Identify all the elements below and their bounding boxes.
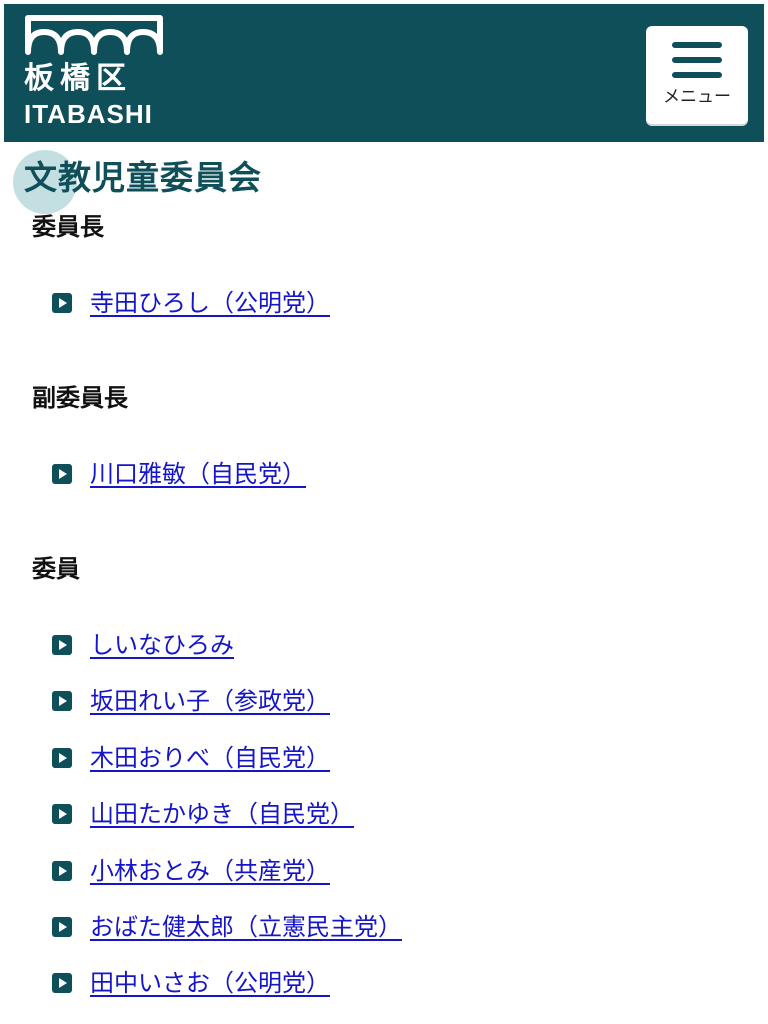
member-link[interactable]: 寺田ひろし（公明党） — [90, 286, 330, 320]
play-bullet-icon — [52, 293, 72, 313]
play-bullet-icon — [52, 804, 72, 824]
play-bullet-icon — [52, 917, 72, 937]
list-item[interactable]: 寺田ひろし（公明党） — [52, 286, 652, 320]
member-link[interactable]: おばた健太郎（立憲民主党） — [90, 910, 402, 944]
menu-label: メニュー — [663, 87, 731, 107]
site-logo[interactable]: 板橋区 ITABASHI — [24, 14, 164, 129]
play-bullet-icon — [52, 973, 72, 993]
logo-roman: ITABASHI — [24, 99, 153, 129]
list-item[interactable]: 小林おとみ（共産党） — [52, 854, 652, 888]
member-link[interactable]: 川口雅敏（自民党） — [90, 457, 306, 491]
page-title: 文教児童委員会 — [24, 158, 262, 197]
play-bullet-icon — [52, 748, 72, 768]
member-link[interactable]: 坂田れい子（参政党） — [90, 684, 330, 718]
member-link[interactable]: 田中いさお（公明党） — [90, 966, 330, 1000]
member-link[interactable]: 小林おとみ（共産党） — [90, 854, 330, 888]
section-heading-chair: 委員長 — [32, 213, 104, 241]
member-link[interactable]: しいなひろみ — [90, 628, 234, 662]
section-heading-vice-chair: 副委員長 — [32, 384, 128, 412]
list-item[interactable]: 山田たかゆき（自民党） — [52, 797, 652, 831]
list-item[interactable]: 木田おりべ（自民党） — [52, 741, 652, 775]
play-bullet-icon — [52, 861, 72, 881]
play-bullet-icon — [52, 464, 72, 484]
section-heading-members: 委員 — [32, 555, 80, 583]
menu-button[interactable]: メニュー — [646, 26, 748, 124]
site-header: 板橋区 ITABASHI メニュー — [4, 4, 764, 142]
logo-kanji: 板橋区 — [24, 61, 132, 96]
list-item[interactable]: 川口雅敏（自民党） — [52, 457, 652, 491]
bridge-waves-icon — [25, 15, 163, 55]
member-link[interactable]: 山田たかゆき（自民党） — [90, 797, 354, 831]
list-item[interactable]: 田中いさお（公明党） — [52, 966, 652, 1000]
page-title-area: 文教児童委員会 — [0, 142, 768, 214]
list-item[interactable]: おばた健太郎（立憲民主党） — [52, 910, 652, 944]
member-link[interactable]: 木田おりべ（自民党） — [90, 741, 330, 775]
play-bullet-icon — [52, 635, 72, 655]
hamburger-icon — [672, 42, 722, 78]
play-bullet-icon — [52, 691, 72, 711]
list-item[interactable]: 坂田れい子（参政党） — [52, 684, 652, 718]
list-item[interactable]: しいなひろみ — [52, 628, 652, 662]
